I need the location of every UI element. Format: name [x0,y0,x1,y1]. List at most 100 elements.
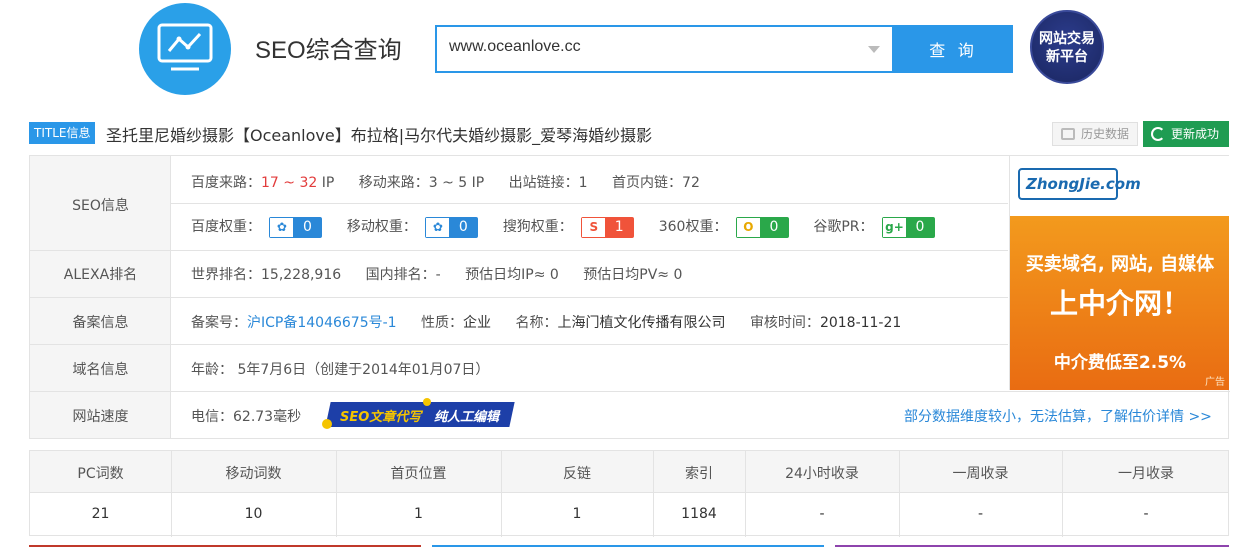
search-box [435,25,894,73]
mobile-paw-icon: ✿ [426,217,450,237]
stats-value-cell[interactable]: 10 [171,506,336,522]
ad-tag: 广告 [1205,377,1225,388]
seo-info-label: SEO信息 [72,198,129,214]
icp-review-label: 审核时间： [749,315,820,331]
dropdown-arrow-icon[interactable] [868,46,880,53]
stats-header-cell: 24小时收录 [785,466,859,482]
icp-nature-value: 企业 [463,315,492,331]
icp-nature-label: 性质： [421,315,464,331]
stats-table: PC词数 移动词数 首页位置 反链 索引 24小时收录 一周收录 一月收录 21… [29,450,1229,537]
baidu-paw-icon: ✿ [270,217,294,237]
site-logo[interactable] [139,3,231,95]
baidu-weight-badge[interactable]: ✿ 0 [269,216,323,238]
query-button[interactable]: 查 询 [894,25,1013,73]
refresh-button[interactable]: 更新成功 [1143,121,1229,147]
estimate-details-link[interactable]: 部分数据维度较小，无法估算，了解估价详情 >> [904,406,1212,426]
google-plus-icon: g+ [882,217,906,237]
weight360-label: 360权重： [658,219,728,235]
360-icon: O [736,217,760,237]
banner-dot-icon [322,419,332,429]
ad-line1: 买卖域名, 网站, 自媒体 [1025,254,1215,275]
stats-value-cell[interactable]: 1 [501,506,653,522]
stats-value-cell: - [1143,506,1149,522]
stats-header-cell: 移动词数 [225,466,282,482]
icp-name-value: 上海门植文化传播有限公司 [557,315,726,331]
outlinks-label: 出站链接： [508,175,579,191]
zhongjie-logo: ZhongJie.com [1018,168,1141,200]
google-pr-badge[interactable]: g+ 0 [881,216,935,238]
trade-badge-line1: 网站交易 [1039,31,1095,47]
homepage-links-value[interactable]: 72 [682,175,700,191]
alexa-label: ALEXA排名 [63,267,138,283]
baidu-traffic-unit: IP [321,175,335,191]
zhongjie-ad[interactable]: ZhongJie.com 买卖域名, 网站, 自媒体 上中介网！ 中介费低至2.… [1009,156,1229,390]
homepage-links-label: 首页内链： [612,175,683,191]
stats-header-cell: 首页位置 [390,466,447,482]
refresh-button-label: 更新成功 [1171,127,1220,141]
icp-number-label: 备案号： [191,315,247,331]
title-tag: TITLE信息 [29,122,96,144]
weight360-value: 0 [769,218,779,235]
row-divider [30,344,1008,345]
telecom-speed: 电信：62.73毫秒 [191,409,302,425]
domain-search-input[interactable] [449,38,849,56]
mobile-weight-label: 移动权重： [346,219,417,235]
row-divider [30,250,1008,251]
icp-name-label: 名称： [515,315,558,331]
history-button-label: 历史数据 [1081,127,1130,141]
banner-dot-icon [423,398,431,406]
google-pr-label: 谷歌PR： [813,219,874,235]
domain-label: 域名信息 [72,362,129,378]
domestic-rank: 国内排名：- [365,267,441,283]
seo-weights-row: 百度权重： ✿ 0 移动权重： ✿ 0 搜狗权重： S1 360权重： O0 谷歌P… [191,216,935,238]
banner-text-manual: 纯人工编辑 [434,410,500,425]
google-pr-value: 0 [915,218,925,235]
icp-review-value: 2018-11-21 [819,315,902,331]
trade-badge-line2: 新平台 [1046,49,1088,65]
trade-platform-badge[interactable]: 网站交易 新平台 [1030,10,1104,84]
sogou-weight-value: 1 [614,218,624,235]
banner-text-seo: SEO文章代写 [340,410,422,425]
outlinks-value[interactable]: 1 [579,175,588,191]
stats-header-cell: PC词数 [77,466,124,482]
stats-header-cell: 一周收录 [952,466,1009,482]
ad-line2: 上中介网！ [1049,287,1190,320]
mobile-traffic-value: 3 ~ 5 IP [428,175,485,191]
est-daily-ip: 预估日均IP≈ 0 [465,267,559,283]
icp-label: 备案信息 [72,315,129,331]
stats-value-cell[interactable]: 1184 [653,506,745,522]
stats-header-cell: 一月收录 [1118,466,1174,482]
baidu-traffic-value[interactable]: 17 ~ 32 [261,175,317,191]
seo-info-table: SEO信息 ALEXA排名 备案信息 域名信息 网站速度 百度来路：17 ~ 3… [29,155,1230,439]
mobile-weight-value: 0 [458,218,468,235]
weight360-badge[interactable]: O0 [735,216,789,238]
site-title: 圣托里尼婚纱摄影【Oceanlove】布拉格|马尔代夫婚纱摄影_爱琴海婚纱摄影 [106,126,653,145]
stats-header-cell: 反链 [563,466,591,482]
sogou-icon: S [582,217,606,237]
ad-line3: 中介费低至2.5% [1053,353,1187,373]
history-data-button[interactable]: 历史数据 [1052,122,1138,146]
stats-value-cell[interactable]: 21 [30,506,171,522]
stats-value-cell: 1 [414,506,423,522]
seo-traffic-row: 百度来路：17 ~ 32 IP 移动来路：3 ~ 5 IP 出站链接：1 首页内… [191,172,700,192]
seo-writing-banner[interactable]: SEO文章代写 纯人工编辑 [322,398,515,429]
mobile-weight-badge[interactable]: ✿ 0 [425,216,479,238]
est-daily-pv: 预估日均PV≈ 0 [583,267,683,283]
alexa-row: 世界排名：15,228,916 国内排名：- 预估日均IP≈ 0 预估日均PV≈… [191,264,682,284]
app-title: SEO综合查询 [255,37,402,64]
stats-value-cell: - [819,506,825,522]
baidu-weight-value: 0 [302,218,312,235]
stats-header-cell: 索引 [685,466,713,482]
row-divider [171,203,1008,204]
baidu-traffic-label: 百度来路： [191,175,261,191]
world-rank[interactable]: 世界排名：15,228,916 [191,267,341,283]
history-icon [1061,128,1075,140]
icp-row: 备案号：沪ICP备14046675号-1 性质：企业 名称：上海门植文化传播有限… [191,312,901,332]
monitor-chart-icon [157,23,213,71]
sogou-weight-label: 搜狗权重： [502,219,573,235]
row-divider [30,297,1008,298]
domain-age: 年龄： 5年7月6日（创建于2014年01月07日） [191,362,490,378]
icp-number-link[interactable]: 沪ICP备14046675号-1 [247,315,397,331]
sogou-weight-badge[interactable]: S1 [581,216,635,238]
mobile-traffic-label: 移动来路： [358,175,429,191]
